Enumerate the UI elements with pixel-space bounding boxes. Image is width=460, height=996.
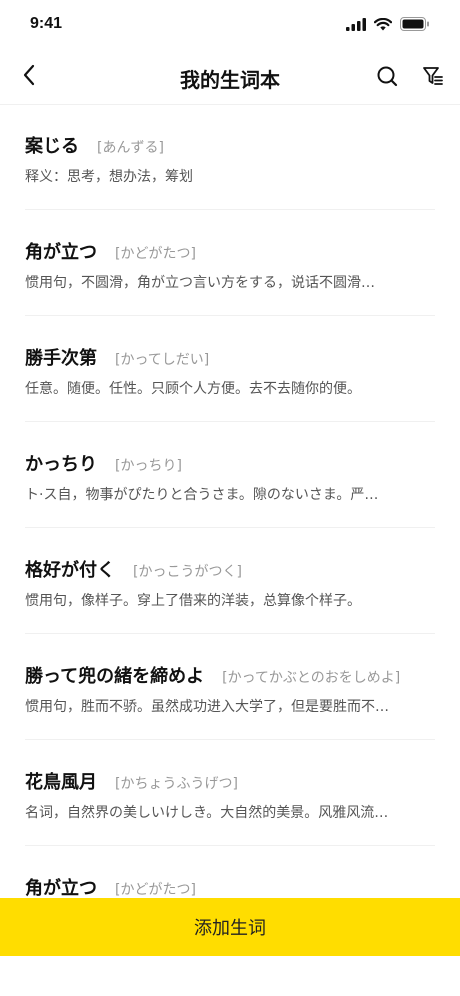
word-meaning: 任意。随便。任性。只顾个人方便。去不去随你的便。 (25, 381, 361, 397)
home-indicator-area (0, 956, 460, 996)
word-term: かっちり (25, 454, 97, 475)
word-list-item[interactable]: 勝って兜の緒を締めよ [かってかぶとのおをしめよ] 惯用句，胜而不骄。虽然成功进入… (25, 634, 435, 740)
word-term: 案じる (25, 136, 79, 157)
status-icons (346, 16, 430, 35)
nav-bar: 我的生词本 (0, 50, 460, 105)
word-term: 花鳥風月 (25, 772, 97, 793)
word-reading: [かってかぶとのおをしめよ] (222, 670, 401, 686)
battery-icon (400, 16, 430, 35)
word-meaning: 惯用句，不圆滑，角が立つ言い方をする，说话不圆滑… (25, 275, 375, 291)
search-icon (376, 65, 398, 91)
word-reading: [かどがたつ] (115, 882, 196, 898)
word-list: 案じる [あんずる] 释义：思考，想办法，筹划 角が立つ [かどがたつ] 惯用句，不… (0, 104, 460, 952)
search-button[interactable] (372, 63, 402, 93)
word-term: 角が立つ (25, 242, 97, 263)
word-heading: かっちり [かっちり] (25, 450, 182, 476)
signal-icon (346, 16, 366, 35)
word-term: 格好が付く (25, 560, 115, 581)
word-list-item[interactable]: 格好が付く [かっこうがつく] 惯用句，像样子。穿上了借来的洋装，总算像个样子。 (25, 528, 435, 634)
word-meaning: 惯用句，胜而不骄。虽然成功进入大学了，但是要胜而不… (25, 699, 389, 715)
word-list-item[interactable]: かっちり [かっちり] ト·ス自，物事がぴたりと合うさま。隙のないさま。严… (25, 422, 435, 528)
word-heading: 勝手次第 [かってしだい] (25, 344, 209, 370)
word-heading: 勝って兜の緒を締めよ [かってかぶとのおをしめよ] (25, 662, 400, 688)
add-word-button[interactable]: 添加生词 (0, 898, 460, 956)
word-heading: 角が立つ [かどがたつ] (25, 874, 196, 900)
word-term: 勝って兜の緒を締めよ (25, 666, 205, 687)
wifi-icon (373, 16, 393, 35)
status-time: 9:41 (30, 15, 63, 32)
word-meaning: ト·ス自，物事がぴたりと合うさま。隙のないさま。严… (25, 487, 379, 503)
word-meaning: 释义：思考，想办法，筹划 (25, 169, 193, 185)
word-reading: [かっこうがつく] (133, 564, 242, 580)
word-meaning: 惯用句，像样子。穿上了借来的洋装，总算像个样子。 (25, 593, 361, 609)
status-bar: 9:41 (0, 0, 460, 48)
word-reading: [かってしだい] (115, 352, 210, 368)
word-list-item[interactable]: 角が立つ [かどがたつ] 惯用句，不圆滑，角が立つ言い方をする，说话不圆滑… (25, 210, 435, 316)
word-reading: [あんずる] (97, 140, 164, 156)
word-term: 勝手次第 (25, 348, 97, 369)
word-list-item[interactable]: 勝手次第 [かってしだい] 任意。随便。任性。只顾个人方便。去不去随你的便。 (25, 316, 435, 422)
filter-icon (422, 65, 444, 91)
word-list-item[interactable]: 案じる [あんずる] 释义：思考，想办法，筹划 (25, 104, 435, 210)
word-term: 角が立つ (25, 878, 97, 899)
word-heading: 案じる [あんずる] (25, 132, 164, 158)
filter-button[interactable] (418, 63, 448, 93)
word-reading: [かちょうふうげつ] (115, 776, 238, 792)
word-heading: 格好が付く [かっこうがつく] (25, 556, 242, 582)
word-meaning: 名词，自然界の美しいけしき。大自然的美景。风雅风流… (25, 805, 389, 821)
word-reading: [かっちり] (115, 458, 182, 474)
word-reading: [かどがたつ] (115, 246, 196, 262)
word-list-item[interactable]: 花鳥風月 [かちょうふうげつ] 名词，自然界の美しいけしき。大自然的美景。风雅风流… (25, 740, 435, 846)
word-heading: 花鳥風月 [かちょうふうげつ] (25, 768, 238, 794)
word-heading: 角が立つ [かどがたつ] (25, 238, 196, 264)
